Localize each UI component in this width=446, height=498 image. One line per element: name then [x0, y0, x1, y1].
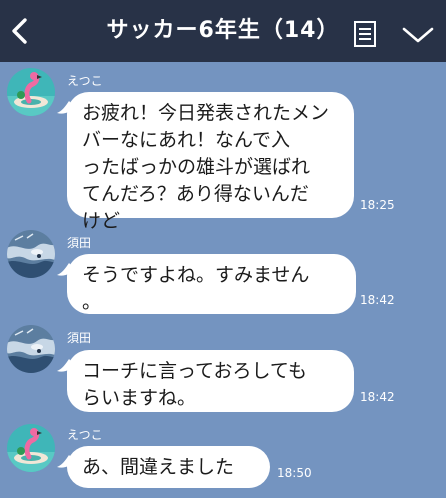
- chat-title: サッカー6年生（14）: [106, 18, 340, 43]
- chat-header: サッカー6年生（14）: [0, 0, 446, 62]
- sender-name: えつこ: [67, 428, 103, 442]
- flamingo-float-avatar[interactable]: [7, 424, 55, 472]
- message-time: 18:42: [360, 390, 395, 404]
- chat-message: えつこ あ、間違えました 18:50: [0, 424, 446, 498]
- bubble-tail: [57, 359, 75, 372]
- notes-menu-icon[interactable]: [353, 20, 377, 48]
- sender-name: 須田: [67, 331, 92, 345]
- message-text: お疲れ！今日発表されたメン バーなにあれ！なんで入 ったばっかの雄斗が選ばれ て…: [82, 102, 330, 232]
- message-bubble[interactable]: そうですよね。すみません 。: [57, 254, 356, 314]
- bubble-tail: [57, 263, 75, 276]
- bubble-tail: [57, 455, 75, 468]
- chat-message: 須田 そうですよね。すみません 。 18:42: [0, 230, 446, 320]
- splash-photo-avatar[interactable]: [7, 325, 55, 373]
- bubble-tail: [57, 101, 75, 114]
- splash-photo-avatar[interactable]: [7, 230, 55, 278]
- message-time: 18:25: [360, 198, 395, 212]
- message-text: コーチに言っておろしても らいますね。: [82, 360, 307, 409]
- message-time: 18:50: [277, 466, 312, 480]
- message-text: そうですよね。すみません 。: [82, 264, 310, 313]
- sender-name: えつこ: [67, 74, 103, 88]
- message-bubble[interactable]: お疲れ！今日発表されたメン バーなにあれ！なんで入 ったばっかの雄斗が選ばれ て…: [57, 92, 354, 232]
- message-time: 18:42: [360, 293, 395, 307]
- chat-message: 須田 コーチに言っておろしても らいますね。 18:42: [0, 325, 446, 420]
- flamingo-float-avatar[interactable]: [7, 68, 55, 116]
- message-text: あ、間違えました: [82, 456, 235, 478]
- message-bubble[interactable]: コーチに言っておろしても らいますね。: [57, 350, 354, 412]
- sender-name: 須田: [67, 236, 92, 250]
- chevron-down-icon[interactable]: [402, 26, 434, 44]
- chat-message: えつこ お疲れ！今日発表されたメン バーなにあれ！なんで入 ったばっかの雄斗が選…: [0, 68, 446, 232]
- message-bubble[interactable]: あ、間違えました: [57, 446, 270, 488]
